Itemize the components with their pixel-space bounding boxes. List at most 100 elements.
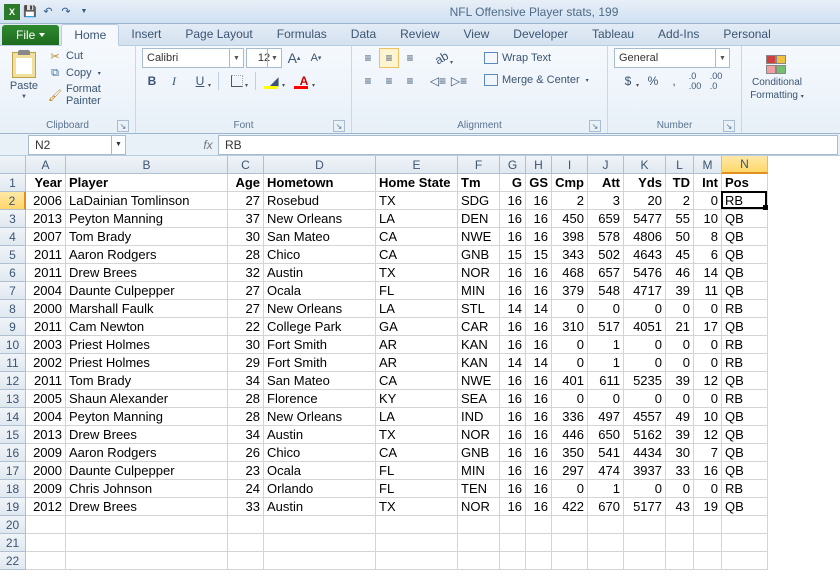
- cell[interactable]: CA: [376, 372, 458, 390]
- cell[interactable]: Fort Smith: [264, 336, 376, 354]
- cell[interactable]: 0: [694, 192, 722, 210]
- cell[interactable]: 16: [500, 318, 526, 336]
- cell[interactable]: 16: [526, 228, 552, 246]
- cell[interactable]: [694, 534, 722, 552]
- cell[interactable]: Drew Brees: [66, 264, 228, 282]
- cell[interactable]: 5235: [624, 372, 666, 390]
- cell[interactable]: San Mateo: [264, 372, 376, 390]
- row-header[interactable]: 18: [0, 480, 26, 498]
- cell[interactable]: 11: [694, 282, 722, 300]
- cell[interactable]: 29: [228, 354, 264, 372]
- cell[interactable]: DEN: [458, 210, 500, 228]
- cell[interactable]: NWE: [458, 372, 500, 390]
- cell[interactable]: 297: [552, 462, 588, 480]
- cell[interactable]: CAR: [458, 318, 500, 336]
- decrease-decimal-button[interactable]: .00.0: [706, 71, 726, 91]
- cell[interactable]: Cmp: [552, 174, 588, 192]
- cell[interactable]: Player: [66, 174, 228, 192]
- tab-review[interactable]: Review: [388, 24, 451, 45]
- cell[interactable]: QB: [722, 372, 768, 390]
- cell[interactable]: Daunte Culpepper: [66, 462, 228, 480]
- number-launcher-icon[interactable]: ↘: [723, 120, 735, 132]
- cell[interactable]: 611: [588, 372, 624, 390]
- cell[interactable]: 30: [228, 336, 264, 354]
- merge-center-button[interactable]: Merge & Center▾: [477, 70, 596, 90]
- chevron-down-icon[interactable]: ▼: [111, 136, 125, 154]
- cell[interactable]: CA: [376, 228, 458, 246]
- cell[interactable]: QB: [722, 246, 768, 264]
- cell[interactable]: KAN: [458, 354, 500, 372]
- cell[interactable]: 39: [666, 426, 694, 444]
- cell[interactable]: 650: [588, 426, 624, 444]
- cell[interactable]: 2002: [26, 354, 66, 372]
- cell[interactable]: 670: [588, 498, 624, 516]
- cell[interactable]: [666, 534, 694, 552]
- cell[interactable]: 0: [694, 354, 722, 372]
- cell[interactable]: 398: [552, 228, 588, 246]
- cell[interactable]: 2: [552, 192, 588, 210]
- align-left-button[interactable]: ≡: [358, 71, 378, 91]
- cell[interactable]: 446: [552, 426, 588, 444]
- cell[interactable]: 16: [500, 408, 526, 426]
- orientation-button[interactable]: ab: [428, 48, 456, 68]
- row-header[interactable]: 7: [0, 282, 26, 300]
- paste-button[interactable]: Paste ▼: [6, 48, 42, 104]
- cell[interactable]: 0: [694, 480, 722, 498]
- cell[interactable]: QB: [722, 228, 768, 246]
- cell[interactable]: RB: [722, 336, 768, 354]
- cell[interactable]: 15: [500, 246, 526, 264]
- cell[interactable]: RB: [722, 192, 768, 210]
- cell[interactable]: 14: [694, 264, 722, 282]
- cell[interactable]: 43: [666, 498, 694, 516]
- cell[interactable]: Austin: [264, 498, 376, 516]
- shrink-font-button[interactable]: A▾: [306, 48, 326, 68]
- cell[interactable]: 12: [694, 426, 722, 444]
- cell[interactable]: 37: [228, 210, 264, 228]
- cell[interactable]: 16: [526, 480, 552, 498]
- cell[interactable]: 14: [526, 300, 552, 318]
- cell[interactable]: 2011: [26, 372, 66, 390]
- cell[interactable]: Aaron Rodgers: [66, 246, 228, 264]
- cell[interactable]: 0: [624, 300, 666, 318]
- cell[interactable]: 2011: [26, 264, 66, 282]
- cell[interactable]: 39: [666, 372, 694, 390]
- cell[interactable]: Daunte Culpepper: [66, 282, 228, 300]
- cell[interactable]: [376, 516, 458, 534]
- row-header[interactable]: 8: [0, 300, 26, 318]
- cell[interactable]: 548: [588, 282, 624, 300]
- row-header[interactable]: 19: [0, 498, 26, 516]
- cell[interactable]: [694, 516, 722, 534]
- row-header[interactable]: 15: [0, 426, 26, 444]
- cell[interactable]: 16: [526, 426, 552, 444]
- copy-button[interactable]: ⧉Copy▾: [46, 65, 129, 81]
- font-color-button[interactable]: A: [290, 71, 318, 91]
- cell[interactable]: 4557: [624, 408, 666, 426]
- cell[interactable]: [264, 516, 376, 534]
- cell[interactable]: 16: [500, 228, 526, 246]
- cell[interactable]: [66, 552, 228, 570]
- cell[interactable]: [458, 516, 500, 534]
- cell[interactable]: 17: [694, 318, 722, 336]
- cell[interactable]: 2013: [26, 426, 66, 444]
- cell[interactable]: FL: [376, 282, 458, 300]
- cell[interactable]: 0: [624, 390, 666, 408]
- cell[interactable]: [376, 534, 458, 552]
- cell[interactable]: 32: [228, 264, 264, 282]
- cell[interactable]: 2011: [26, 246, 66, 264]
- cell[interactable]: FL: [376, 462, 458, 480]
- row-header[interactable]: 10: [0, 336, 26, 354]
- cell[interactable]: 33: [666, 462, 694, 480]
- cell[interactable]: 2000: [26, 300, 66, 318]
- cell[interactable]: [694, 552, 722, 570]
- row-header[interactable]: 9: [0, 318, 26, 336]
- cell[interactable]: [526, 552, 552, 570]
- cell[interactable]: LA: [376, 300, 458, 318]
- row-header[interactable]: 2: [0, 192, 26, 210]
- cell[interactable]: RB: [722, 480, 768, 498]
- cell[interactable]: [228, 534, 264, 552]
- cell[interactable]: TX: [376, 426, 458, 444]
- cell[interactable]: 468: [552, 264, 588, 282]
- cell[interactable]: GS: [526, 174, 552, 192]
- cell[interactable]: [458, 552, 500, 570]
- cell[interactable]: GNB: [458, 246, 500, 264]
